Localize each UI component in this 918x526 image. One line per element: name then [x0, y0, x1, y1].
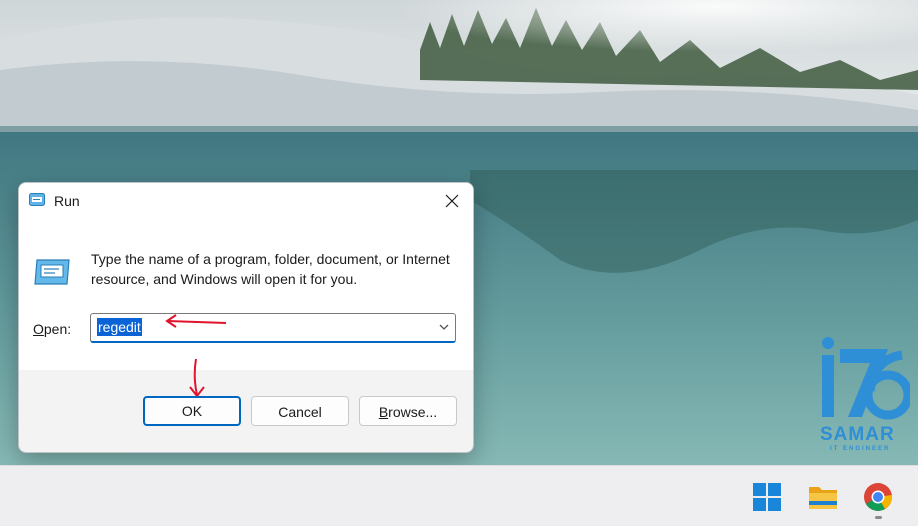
title-bar[interactable]: Run: [19, 183, 473, 219]
open-combobox[interactable]: regedit: [90, 313, 456, 343]
dialog-body: Type the name of a program, folder, docu…: [19, 219, 473, 370]
open-input-value[interactable]: regedit: [97, 318, 142, 336]
cancel-button[interactable]: Cancel: [251, 396, 349, 426]
open-label-rest: pen:: [43, 321, 72, 337]
run-icon: [29, 193, 45, 206]
watermark-subtitle: IT ENGINEER: [830, 446, 891, 452]
windows-start-icon[interactable]: [752, 482, 782, 512]
browse-button[interactable]: Browse...: [359, 396, 457, 426]
watermark-name: SAMAR: [820, 424, 895, 445]
chrome-icon[interactable]: [863, 482, 893, 512]
close-icon: [445, 194, 459, 208]
ok-button[interactable]: OK: [143, 396, 241, 426]
file-explorer-icon[interactable]: [808, 482, 838, 512]
chevron-down-icon[interactable]: [437, 320, 451, 334]
run-icon: [34, 259, 70, 285]
running-indicator: [875, 516, 882, 519]
annotation-arrow-down: [189, 358, 205, 398]
open-label-mnemonic: O: [33, 321, 44, 337]
open-label: Open:: [33, 321, 71, 337]
browse-label-rest: rowse...: [388, 404, 438, 420]
dialog-title: Run: [54, 193, 80, 209]
taskbar: [0, 465, 918, 526]
close-button[interactable]: [437, 187, 467, 215]
browse-mnemonic: B: [378, 404, 389, 420]
dialog-description: Type the name of a program, folder, docu…: [91, 251, 450, 287]
annotation-arrow-left: [165, 314, 227, 328]
run-dialog: Run Type the name of a program, folder, …: [18, 182, 474, 453]
